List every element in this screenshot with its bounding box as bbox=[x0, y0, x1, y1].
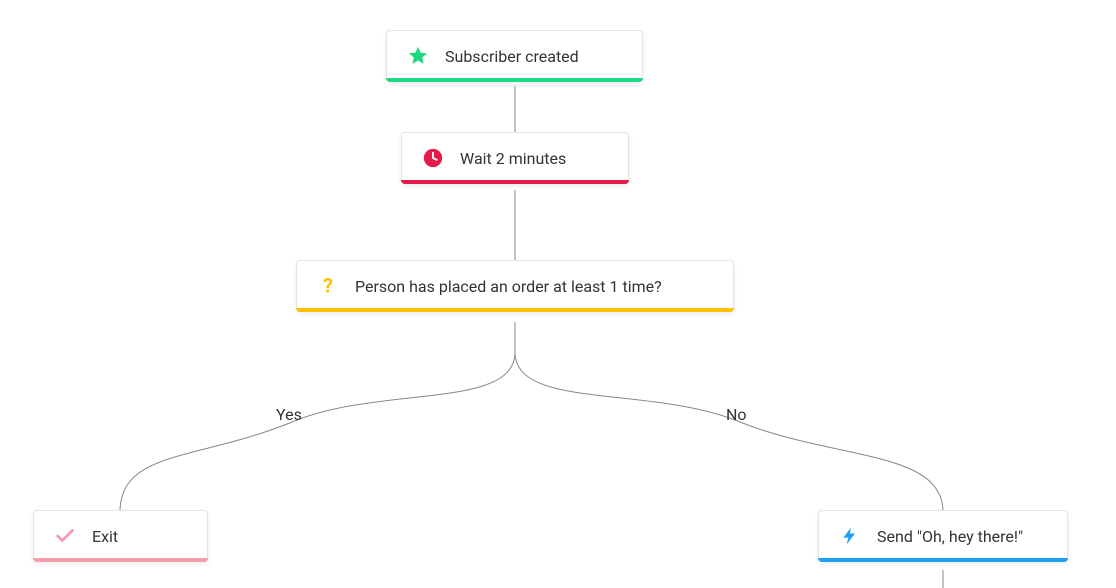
clock-icon bbox=[422, 147, 444, 169]
bolt-icon bbox=[839, 525, 861, 547]
condition-label: Person has placed an order at least 1 ti… bbox=[355, 277, 662, 296]
trigger-node[interactable]: Subscriber created bbox=[386, 30, 643, 82]
branch-no-label: No bbox=[726, 405, 747, 424]
condition-node[interactable]: ? Person has placed an order at least 1 … bbox=[296, 260, 734, 312]
exit-accent bbox=[33, 558, 208, 562]
exit-label: Exit bbox=[92, 527, 118, 546]
trigger-accent bbox=[386, 78, 643, 82]
check-icon bbox=[54, 525, 76, 547]
condition-accent bbox=[296, 308, 734, 312]
wait-accent bbox=[401, 180, 629, 184]
send-node[interactable]: Send "Oh, hey there!" bbox=[818, 510, 1068, 562]
star-icon bbox=[407, 45, 429, 67]
branch-yes-label: Yes bbox=[276, 405, 302, 424]
trigger-label: Subscriber created bbox=[445, 47, 579, 66]
svg-text:?: ? bbox=[323, 275, 333, 297]
wait-label: Wait 2 minutes bbox=[460, 149, 566, 168]
wait-node[interactable]: Wait 2 minutes bbox=[401, 132, 629, 184]
exit-node[interactable]: Exit bbox=[33, 510, 208, 562]
send-label: Send "Oh, hey there!" bbox=[877, 527, 1023, 546]
send-accent bbox=[818, 558, 1068, 562]
question-icon: ? bbox=[317, 275, 339, 297]
